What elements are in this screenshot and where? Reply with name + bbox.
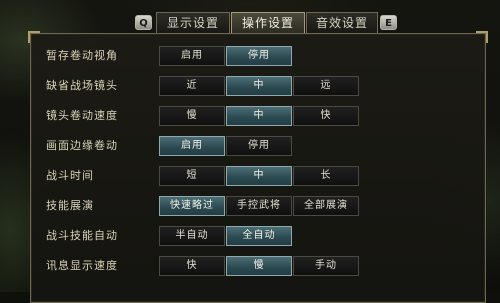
option-button[interactable]: 慢 xyxy=(226,256,292,276)
option-button[interactable]: 全自动 xyxy=(226,226,292,246)
tab-display-settings[interactable]: 显示设置 xyxy=(156,12,230,34)
panel-corner-ornament xyxy=(476,31,488,43)
option-button[interactable]: 中 xyxy=(226,106,292,126)
tab-control-settings[interactable]: 操作设置 xyxy=(231,12,305,35)
option-button[interactable]: 远 xyxy=(293,76,359,96)
option-button[interactable]: 手动 xyxy=(293,256,359,276)
option-button[interactable]: 慢 xyxy=(159,106,225,126)
setting-label: 镜头卷动速度 xyxy=(46,109,118,122)
option-button[interactable]: 启用 xyxy=(159,136,225,156)
q-key-hint[interactable]: Q xyxy=(135,15,152,30)
option-button[interactable]: 快 xyxy=(293,106,359,126)
setting-row-skill-performance: 技能展演 快速略过 手控武将 全部展演 xyxy=(46,196,486,216)
setting-row-edge-scroll: 画面边缘卷动 启用 停用 xyxy=(46,136,486,156)
option-button[interactable]: 快速略过 xyxy=(159,196,225,216)
option-button[interactable]: 中 xyxy=(226,166,292,186)
option-button[interactable]: 近 xyxy=(159,76,225,96)
setting-row-auto-battle-skill: 战斗技能自动 半自动 全自动 xyxy=(46,226,486,246)
option-button[interactable]: 中 xyxy=(226,76,292,96)
e-key-hint[interactable]: E xyxy=(380,15,397,30)
setting-row-save-scroll-view: 暂存卷动视角 启用 停用 xyxy=(46,46,486,66)
option-button[interactable]: 停用 xyxy=(226,46,292,66)
setting-label: 技能展演 xyxy=(46,199,94,212)
setting-label: 战斗技能自动 xyxy=(46,229,118,242)
setting-label: 暂存卷动视角 xyxy=(46,49,118,62)
setting-label: 缺省战场镜头 xyxy=(46,79,118,92)
setting-row-camera-scroll-speed: 镜头卷动速度 慢 中 快 xyxy=(46,106,486,126)
setting-row-default-camera: 缺省战场镜头 近 中 远 xyxy=(46,76,486,96)
setting-row-message-speed: 讯息显示速度 快 慢 手动 xyxy=(46,256,486,276)
option-button[interactable]: 短 xyxy=(159,166,225,186)
setting-label: 讯息显示速度 xyxy=(46,259,118,272)
option-button[interactable]: 手控武将 xyxy=(226,196,292,216)
setting-row-battle-time: 战斗时间 短 中 长 xyxy=(46,166,486,186)
option-button[interactable]: 启用 xyxy=(159,46,225,66)
option-button[interactable]: 停用 xyxy=(226,136,292,156)
setting-label: 画面边缘卷动 xyxy=(46,139,118,152)
settings-tab-bar: Q 显示设置 操作设置 音效设置 E xyxy=(128,12,402,35)
option-button[interactable]: 全部展演 xyxy=(293,196,359,216)
setting-label: 战斗时间 xyxy=(46,169,94,182)
panel-corner-ornament xyxy=(28,31,40,43)
option-button[interactable]: 半自动 xyxy=(159,226,225,246)
tab-sound-settings[interactable]: 音效设置 xyxy=(306,12,378,34)
option-button[interactable]: 快 xyxy=(159,256,225,276)
option-button[interactable]: 长 xyxy=(293,166,359,186)
